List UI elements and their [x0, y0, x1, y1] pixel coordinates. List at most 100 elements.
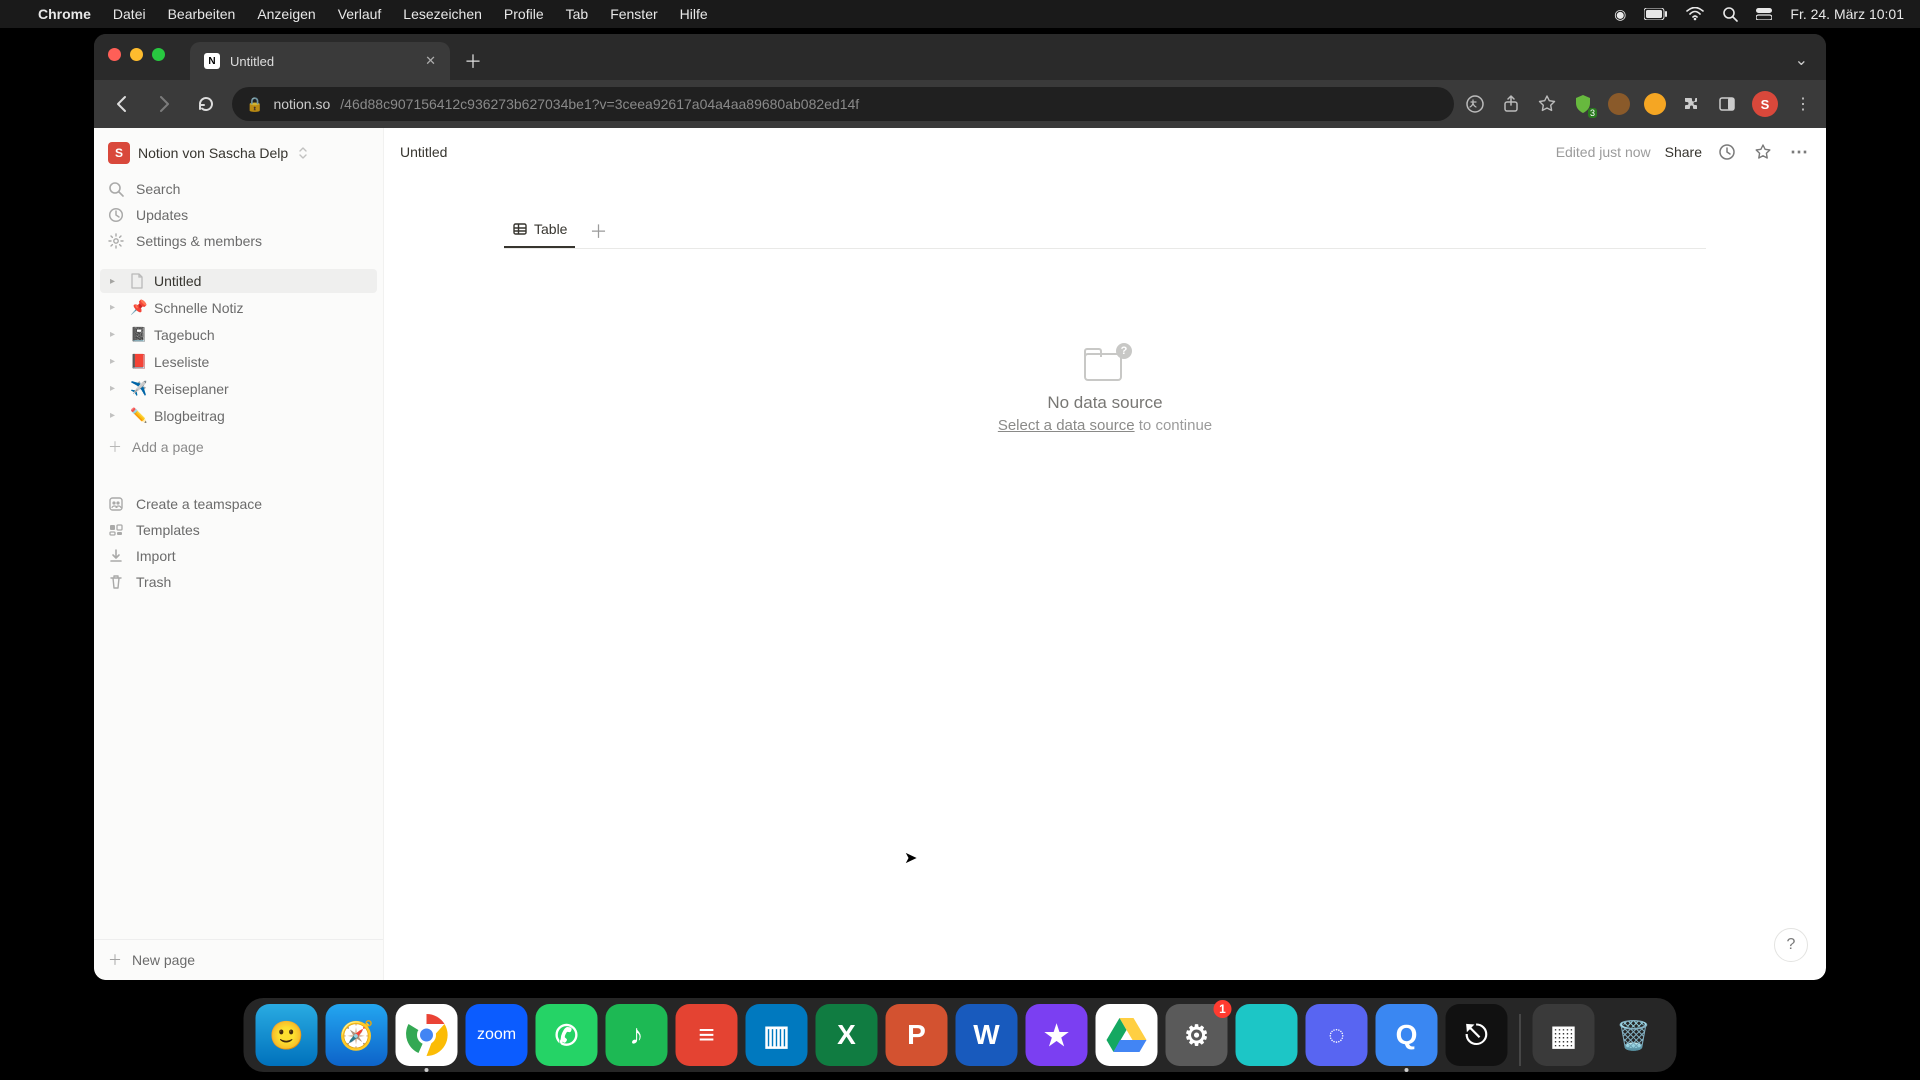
dock-app-finder[interactable]: 🙂 [256, 1004, 318, 1066]
address-bar[interactable]: 🔒 notion.so/46d88c907156412c936273b62703… [232, 87, 1454, 121]
dock-app-powerpoint[interactable]: P [886, 1004, 948, 1066]
new-tab-button[interactable]: ＋ [458, 46, 488, 76]
extensions-puzzle-icon[interactable] [1680, 93, 1702, 115]
control-center-icon[interactable] [1756, 8, 1772, 20]
dock-app-imovie[interactable]: ★ [1026, 1004, 1088, 1066]
menu-bearbeiten[interactable]: Bearbeiten [168, 6, 236, 22]
menu-fenster[interactable]: Fenster [610, 6, 657, 22]
tab-favicon-icon: N [204, 53, 220, 69]
dock-app-mission-control[interactable]: ▦ [1533, 1004, 1595, 1066]
dock-app-discord[interactable]: ◌ [1306, 1004, 1368, 1066]
sidebar-import[interactable]: Import [94, 543, 383, 569]
forward-button[interactable] [148, 88, 180, 120]
page-item-untitled[interactable]: ▸ Untitled [100, 269, 377, 293]
chevron-right-icon[interactable]: ▸ [110, 276, 124, 287]
breadcrumb[interactable]: Untitled [400, 144, 447, 160]
page-label: Blogbeitrag [154, 408, 225, 424]
dock-app-spotify[interactable]: ♪ [606, 1004, 668, 1066]
sidebar-new-page[interactable]: ＋ New page [94, 939, 383, 980]
spotlight-icon[interactable] [1722, 6, 1738, 22]
window-close-button[interactable] [108, 48, 121, 61]
workspace-switcher[interactable]: S Notion von Sascha Delp [94, 136, 383, 170]
chevron-right-icon[interactable]: ▸ [110, 329, 124, 340]
dock-app-chrome[interactable] [396, 1004, 458, 1066]
share-icon[interactable] [1500, 93, 1522, 115]
toolbar-extensions: 3 S ⋮ [1464, 91, 1814, 117]
chevron-right-icon[interactable]: ▸ [110, 302, 124, 313]
share-button[interactable]: Share [1665, 144, 1702, 160]
menu-anzeigen[interactable]: Anzeigen [257, 6, 315, 22]
dock-app-voice-memos[interactable]: ⎋ [1446, 1004, 1508, 1066]
dock-app-todoist[interactable]: ≡ [676, 1004, 738, 1066]
sidebar-settings[interactable]: Settings & members [94, 228, 383, 254]
dock-app-whatsapp[interactable]: ✆ [536, 1004, 598, 1066]
chevron-right-icon[interactable]: ▸ [110, 356, 124, 367]
page-topbar: Untitled Edited just now Share ⋯ [384, 128, 1826, 176]
sidebar-bottom-section: Create a teamspace Templates Import Tras… [94, 491, 383, 595]
sidebar-trash[interactable]: Trash [94, 569, 383, 595]
dock-app-drive[interactable] [1096, 1004, 1158, 1066]
lock-icon: 🔒 [246, 96, 263, 113]
sidebar-create-teamspace[interactable]: Create a teamspace [94, 491, 383, 517]
extension-yellow-icon[interactable] [1644, 93, 1666, 115]
page-label: Leseliste [154, 354, 209, 370]
page-item-blogbeitrag[interactable]: ▸ ✏️ Blogbeitrag [100, 403, 377, 428]
reload-button[interactable] [190, 88, 222, 120]
menu-tab[interactable]: Tab [566, 6, 589, 22]
page-item-schnelle-notiz[interactable]: ▸ 📌 Schnelle Notiz [100, 295, 377, 320]
page-content: Table ＋ ? No data source Select a data s… [384, 176, 1826, 980]
dock-app-excel[interactable]: X [816, 1004, 878, 1066]
screen-record-icon[interactable]: ◉ [1614, 6, 1626, 23]
chevron-right-icon[interactable]: ▸ [110, 383, 124, 394]
dock-app-zoom[interactable]: zoom [466, 1004, 528, 1066]
bookmark-star-icon[interactable] [1536, 93, 1558, 115]
dock-app-safari[interactable]: 🧭 [326, 1004, 388, 1066]
page-item-tagebuch[interactable]: ▸ 📓 Tagebuch [100, 322, 377, 347]
add-view-button[interactable]: ＋ [581, 214, 615, 248]
extension-orange-icon[interactable] [1608, 93, 1630, 115]
dock-app-settings[interactable]: ⚙1 [1166, 1004, 1228, 1066]
view-tab-table[interactable]: Table [504, 215, 575, 248]
menubar-app-name[interactable]: Chrome [38, 6, 91, 22]
menu-verlauf[interactable]: Verlauf [338, 6, 382, 22]
teamspace-icon [108, 496, 126, 512]
dock-app-quicktime[interactable]: Q [1376, 1004, 1438, 1066]
extension-adguard-icon[interactable]: 3 [1572, 93, 1594, 115]
workspace-name: Notion von Sascha Delp [138, 145, 288, 161]
dock-app-app-teal[interactable] [1236, 1004, 1298, 1066]
tab-close-icon[interactable]: ✕ [425, 53, 436, 69]
sidebar-search[interactable]: Search [94, 176, 383, 202]
sidebar-add-page[interactable]: ＋ Add a page [94, 431, 383, 463]
menu-lesezeichen[interactable]: Lesezeichen [403, 6, 482, 22]
dock-app-word[interactable]: W [956, 1004, 1018, 1066]
favorite-star-icon[interactable] [1752, 141, 1774, 163]
side-panel-icon[interactable] [1716, 93, 1738, 115]
page-doc-icon [130, 273, 148, 289]
chevron-right-icon[interactable]: ▸ [110, 410, 124, 421]
sidebar-updates[interactable]: Updates [94, 202, 383, 228]
browser-tab[interactable]: N Untitled ✕ [190, 42, 450, 80]
page-label: Schnelle Notiz [154, 300, 244, 316]
window-minimize-button[interactable] [130, 48, 143, 61]
page-more-icon[interactable]: ⋯ [1788, 141, 1810, 163]
updates-clock-icon[interactable] [1716, 141, 1738, 163]
chrome-menu-icon[interactable]: ⋮ [1792, 93, 1814, 115]
dock-app-trello[interactable]: ▥ [746, 1004, 808, 1066]
dock-app-trash[interactable]: 🗑️ [1603, 1004, 1665, 1066]
select-data-source-link[interactable]: Select a data source [998, 417, 1135, 434]
back-button[interactable] [106, 88, 138, 120]
window-maximize-button[interactable] [152, 48, 165, 61]
sidebar-templates[interactable]: Templates [94, 517, 383, 543]
menu-datei[interactable]: Datei [113, 6, 146, 22]
page-item-leseliste[interactable]: ▸ 📕 Leseliste [100, 349, 377, 374]
menu-profile[interactable]: Profile [504, 6, 544, 22]
wifi-icon[interactable] [1686, 7, 1704, 21]
tabs-dropdown-icon[interactable]: ⌄ [1795, 50, 1808, 70]
battery-icon[interactable] [1644, 8, 1668, 20]
help-button[interactable]: ? [1774, 928, 1808, 962]
translate-icon[interactable] [1464, 93, 1486, 115]
menubar-clock[interactable]: Fr. 24. März 10:01 [1790, 6, 1904, 22]
profile-avatar[interactable]: S [1752, 91, 1778, 117]
menu-hilfe[interactable]: Hilfe [680, 6, 708, 22]
page-item-reiseplaner[interactable]: ▸ ✈️ Reiseplaner [100, 376, 377, 401]
